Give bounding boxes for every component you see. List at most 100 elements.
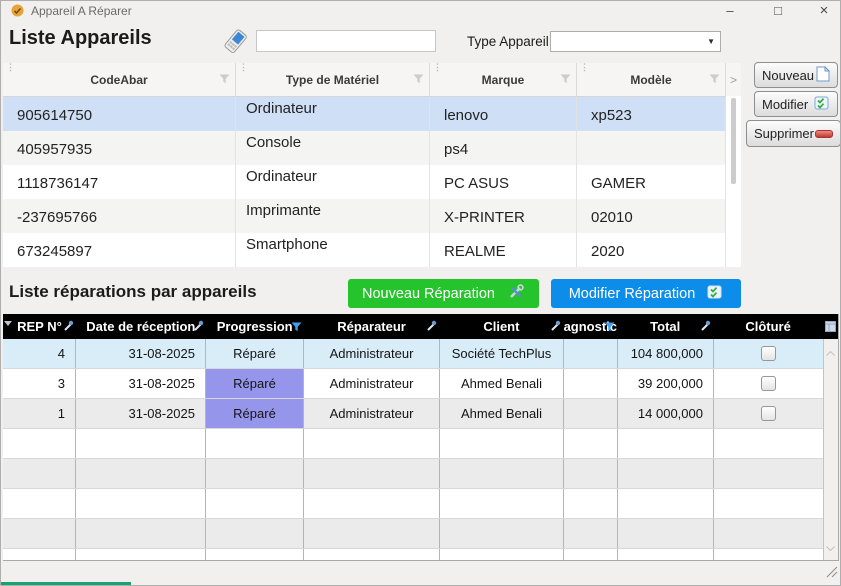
cell-codeabar: 673245897 [3,233,236,267]
page-title-reparations: Liste réparations par appareils [9,282,257,302]
column-label: Type de Matériel [286,73,379,87]
close-button[interactable]: × [807,1,841,21]
cell-progression: Réparé [206,369,304,398]
column-header-rep[interactable]: REP N° [3,314,76,339]
tools-icon [507,283,525,305]
drag-handle-icon: ⋮ [239,62,248,73]
table-row[interactable]: 1118736147 Ordinateur PC ASUS GAMER [3,165,726,199]
table-row[interactable]: 1 31-08-2025 Réparé Administrateur Ahmed… [3,399,824,429]
scroll-down-icon[interactable] [826,538,835,556]
window-title: Appareil A Réparer [31,4,132,18]
appareils-scrollbar[interactable] [726,96,741,266]
cell-type: Imprimante [236,199,430,233]
cell-modele: 2020 [577,233,726,267]
column-label: Réparateur [337,319,406,334]
column-header-client[interactable]: Client [439,314,563,339]
cloture-checkbox[interactable] [761,376,776,391]
table-row[interactable]: 673245897 Smartphone REALME 2020 [3,233,726,267]
cell-rep: 4 [3,339,76,368]
modifier-label: Modifier [762,97,808,112]
minimize-button[interactable]: – [713,1,747,21]
barcode-search-input[interactable] [256,30,436,52]
scrollbar-thumb[interactable] [731,98,736,184]
modifier-reparation-button[interactable]: Modifier Réparation [551,279,741,308]
cell-marque: REALME [430,233,577,267]
cell-modele: GAMER [577,165,726,199]
supprimer-button[interactable]: Supprimer [746,120,841,147]
cell-codeabar: -237695766 [3,199,236,233]
column-header-diagnostic[interactable]: Diagnostic [563,314,617,339]
table-row[interactable]: 905614750 Ordinateur lenovo xp523 [3,97,726,131]
reparations-table-header: REP N° Date de réception Progression Rép… [3,314,838,339]
wand-icon[interactable] [192,320,204,335]
title-bar: Appareil A Réparer – □ × [1,1,840,21]
cell-diagnostic [564,339,618,368]
column-header-modele[interactable]: ⋮ Modèle [577,63,726,96]
column-header-marque[interactable]: ⋮ Marque [430,63,577,96]
cell-codeabar: 1118736147 [3,165,236,199]
cell-cloture [714,339,824,368]
modifier-button[interactable]: Modifier [754,91,838,117]
table-row[interactable]: 405957935 Console ps4 [3,131,726,165]
resize-grip[interactable] [825,565,838,583]
maximize-button[interactable]: □ [761,1,795,21]
cell-type: Console [236,131,430,165]
supprimer-label: Supprimer [754,126,814,141]
table-row[interactable]: 3 31-08-2025 Réparé Administrateur Ahmed… [3,369,824,399]
cell-modele [577,131,726,165]
filter-active-icon[interactable] [291,320,302,335]
cloture-checkbox[interactable] [761,346,776,361]
type-appareil-select[interactable]: ▼ [550,31,721,52]
scroll-up-icon[interactable] [826,343,835,361]
nouveau-reparation-button[interactable]: Nouveau Réparation [348,279,539,308]
cell-codeabar: 905614750 [3,97,236,131]
drag-handle-icon: ⋮ [580,62,589,73]
wand-icon[interactable] [699,320,711,335]
cell-diagnostic [564,399,618,428]
cell-client: Ahmed Benali [440,369,564,398]
app-icon [11,4,24,22]
column-chooser-icon[interactable] [823,314,838,339]
nouveau-reparation-label: Nouveau Réparation [362,286,495,302]
column-label: CodeAbar [90,73,147,87]
filter-icon[interactable] [413,73,424,87]
cell-marque: X-PRINTER [430,199,577,233]
cell-date: 31-08-2025 [76,399,206,428]
column-label: Total [650,319,680,334]
cell-modele: 02010 [577,199,726,233]
edit-checklist-icon [814,96,830,113]
column-label: Date de réception [86,319,195,334]
filter-icon[interactable] [560,73,571,87]
wand-icon[interactable] [62,320,74,335]
filter-icon[interactable] [709,73,720,87]
filter-icon[interactable] [219,73,230,87]
nouveau-button[interactable]: Nouveau [754,62,838,88]
reparations-scrollbar[interactable] [823,339,838,560]
cell-diagnostic [564,369,618,398]
cell-total: 14 000,000 [618,399,714,428]
cloture-checkbox[interactable] [761,406,776,421]
cell-marque: ps4 [430,131,577,165]
column-header-cloture[interactable]: Clôturé [713,314,823,339]
column-header-type[interactable]: ⋮ Type de Matériel [236,63,430,96]
appareils-table: ⋮ CodeAbar ⋮ Type de Matériel ⋮ Marque ⋮… [3,63,741,267]
cell-type: Ordinateur [236,97,430,131]
cell-marque: PC ASUS [430,165,577,199]
wand-icon[interactable] [425,320,437,335]
drag-handle-icon: ⋮ [433,62,442,73]
wand-icon[interactable] [549,320,561,335]
column-header-codeabar[interactable]: ⋮ CodeAbar [3,63,236,96]
cell-date: 31-08-2025 [76,339,206,368]
table-row[interactable]: -237695766 Imprimante X-PRINTER 02010 [3,199,726,233]
cell-progression: Réparé [206,399,304,428]
column-header-date[interactable]: Date de réception [76,314,206,339]
column-header-reparateur[interactable]: Réparateur [304,314,440,339]
empty-row [3,519,824,549]
cell-modele: xp523 [577,97,726,131]
column-header-total[interactable]: Total [617,314,713,339]
column-header-progression[interactable]: Progression [206,314,304,339]
next-column-icon[interactable]: > [726,63,741,96]
filter-active-icon[interactable] [604,320,615,335]
cell-reparateur: Administrateur [304,339,440,368]
table-row[interactable]: 4 31-08-2025 Réparé Administrateur Socié… [3,339,824,369]
